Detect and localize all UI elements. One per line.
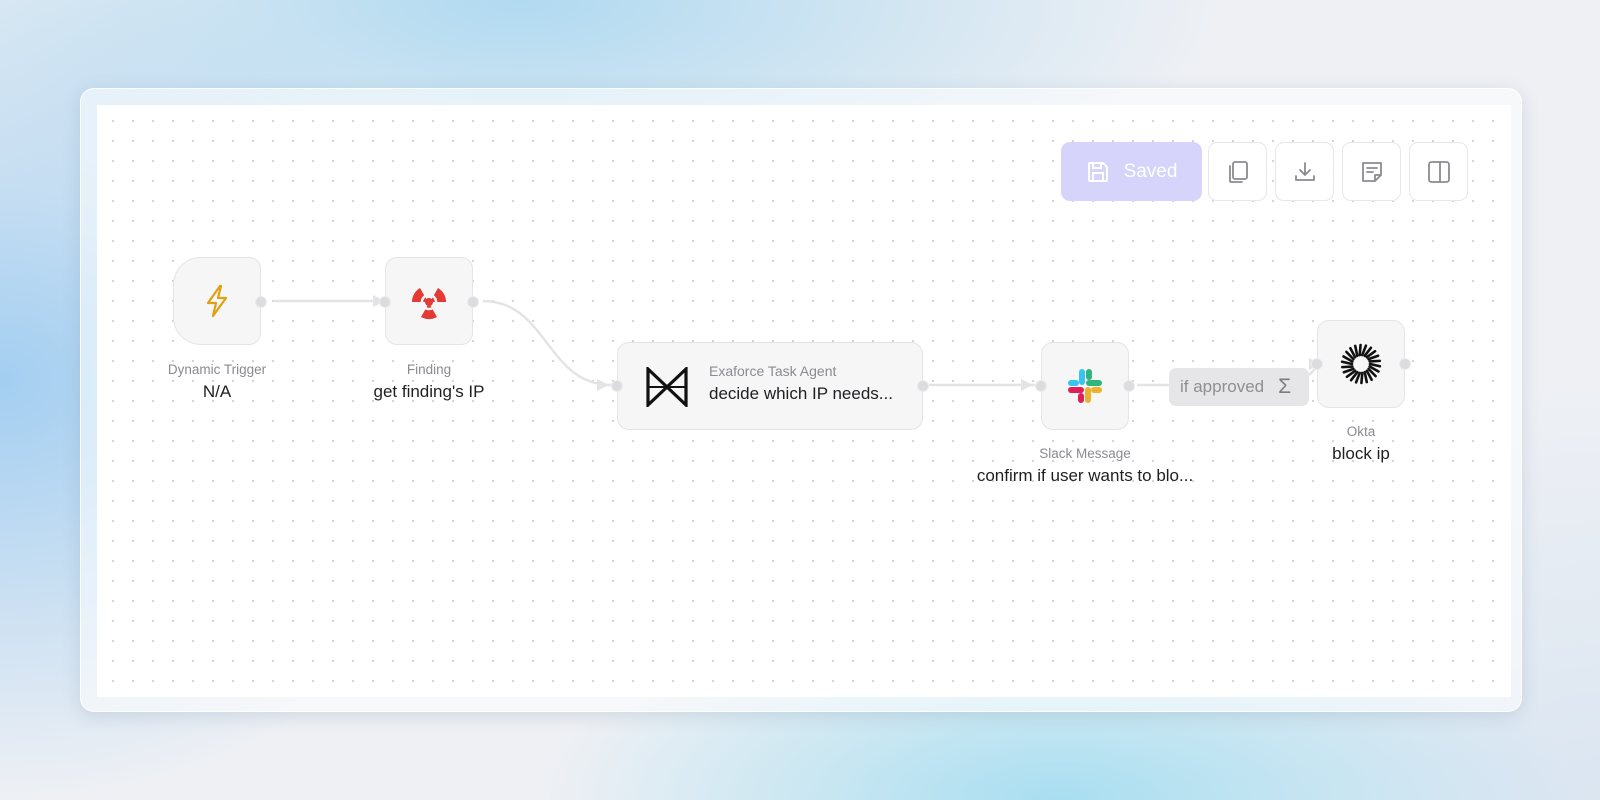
node-caption-trigger: Dynamic Trigger N/A (117, 362, 317, 402)
port-out-okta[interactable] (1399, 358, 1411, 370)
port-in-finding[interactable] (379, 296, 391, 308)
workflow-canvas[interactable]: Dynamic Trigger N/A Finding get finding'… (97, 105, 1511, 697)
edge-condition-text: if approved (1180, 377, 1265, 396)
okta-logo-icon (1340, 343, 1382, 385)
port-out-agent[interactable] (917, 380, 929, 392)
edge-arrow-finding-agent (597, 379, 609, 391)
copy-button[interactable] (1208, 142, 1267, 201)
download-icon (1294, 161, 1315, 181)
node-caption-okta: Okta block ip (1261, 424, 1461, 464)
panel-toggle-button[interactable] (1409, 142, 1468, 201)
node-type-label: Dynamic Trigger (167, 362, 267, 377)
sidebar-panel-icon (1427, 160, 1450, 183)
saved-button[interactable]: Saved (1061, 142, 1202, 201)
lightning-icon (206, 284, 228, 318)
node-slack-message[interactable] (1041, 342, 1129, 430)
download-button[interactable] (1275, 142, 1334, 201)
node-title: N/A (202, 382, 232, 401)
node-okta[interactable] (1317, 320, 1405, 408)
node-type-label: Finding (406, 362, 452, 377)
exaforce-logo-icon (646, 367, 688, 407)
workflow-window: Dynamic Trigger N/A Finding get finding'… (80, 88, 1522, 712)
port-in-okta[interactable] (1311, 358, 1323, 370)
port-in-slack[interactable] (1035, 380, 1047, 392)
radiation-icon (411, 288, 447, 320)
node-finding[interactable] (385, 257, 473, 345)
node-exaforce-task-agent[interactable]: Exaforce Task Agent decide which IP need… (617, 342, 923, 430)
node-type-label: Exaforce Task Agent (709, 363, 837, 379)
note-icon (1361, 161, 1382, 182)
port-out-finding[interactable] (467, 296, 479, 308)
node-type-label: Okta (1346, 424, 1376, 439)
port-out-slack[interactable] (1123, 380, 1135, 392)
save-icon (1087, 161, 1108, 182)
node-title: decide which IP needs... (709, 384, 893, 403)
node-title: block ip (1332, 444, 1390, 463)
node-dynamic-trigger[interactable] (173, 257, 261, 345)
port-out-trigger[interactable] (255, 296, 267, 308)
node-type-label: Slack Message (1039, 446, 1131, 461)
node-title: get finding's IP (373, 382, 485, 401)
edge-condition-label[interactable]: if approved Σ (1169, 368, 1309, 406)
slack-logo-icon (1068, 369, 1102, 403)
copy-icon (1228, 160, 1248, 183)
node-caption-slack: Slack Message confirm if user wants to b… (935, 446, 1235, 486)
agent-node-text: Exaforce Task Agent decide which IP need… (709, 363, 893, 404)
notes-button[interactable] (1342, 142, 1401, 201)
sigma-icon: Σ (1278, 375, 1292, 398)
node-title: confirm if user wants to blo... (976, 466, 1194, 485)
port-in-agent[interactable] (611, 380, 623, 392)
node-caption-finding: Finding get finding's IP (329, 362, 529, 402)
edge-arrow-agent-slack (1021, 379, 1033, 391)
saved-label: Saved (1123, 160, 1178, 182)
